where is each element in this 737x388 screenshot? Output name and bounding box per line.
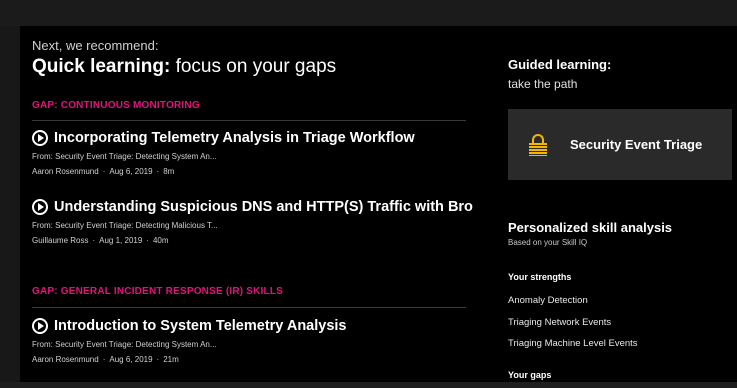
meta-separator: · <box>92 236 96 245</box>
course-title: Incorporating Telemetry Analysis in Tria… <box>54 130 415 146</box>
strength-item[interactable]: Anomaly Detection <box>508 295 588 306</box>
strength-item[interactable]: Triaging Machine Level Events <box>508 338 638 349</box>
course-date: Aug 1, 2019 <box>99 236 143 245</box>
course-date: Aug 6, 2019 <box>109 355 153 364</box>
section-divider <box>32 120 466 121</box>
strength-item[interactable]: Triaging Network Events <box>508 317 611 328</box>
meta-separator: · <box>102 355 106 364</box>
course-link[interactable]: Incorporating Telemetry Analysis in Tria… <box>32 128 482 148</box>
course-date: Aug 6, 2019 <box>109 167 153 176</box>
course-item: Understanding Suspicious DNS and HTTP(S)… <box>32 197 482 245</box>
course-item: Introduction to System Telemetry Analysi… <box>32 316 482 364</box>
skill-analysis-title: Personalized skill analysis <box>508 220 673 235</box>
course-meta: Aaron Rosenmund · Aug 6, 2019 · 21m <box>32 355 482 364</box>
course-source: From: Security Event Triage: Detecting S… <box>32 152 217 161</box>
course-duration: 40m <box>152 236 169 245</box>
play-circle-icon <box>32 318 48 334</box>
course-title: Introduction to System Telemetry Analysi… <box>54 318 347 334</box>
quick-learning-heading: Quick learning: focus on your gaps <box>32 56 336 78</box>
skill-analysis-subtitle: Based on your Skill IQ <box>508 238 588 247</box>
course-author: Aaron Rosenmund <box>32 355 99 364</box>
course-link[interactable]: Understanding Suspicious DNS and HTTP(S)… <box>32 197 482 217</box>
course-meta: Aaron Rosenmund · Aug 6, 2019 · 8m <box>32 167 482 176</box>
course-duration: 21m <box>163 355 179 364</box>
bottom-strip <box>0 382 737 388</box>
meta-separator: · <box>156 355 160 364</box>
course-meta: Guillaume Ross · Aug 1, 2019 · 40m <box>32 236 482 245</box>
path-card-security-event-triage[interactable]: Security Event Triage <box>508 109 732 180</box>
play-circle-icon <box>32 199 48 215</box>
meta-separator: · <box>102 167 106 176</box>
course-item: Incorporating Telemetry Analysis in Tria… <box>32 128 482 176</box>
course-author: Aaron Rosenmund <box>32 167 99 176</box>
headline-strong: Quick learning: <box>32 56 171 77</box>
top-bar <box>0 0 737 26</box>
gap-label-incident-response: GAP: GENERAL INCIDENT RESPONSE (IR) SKIL… <box>32 286 284 297</box>
gaps-heading: Your gaps <box>508 370 552 380</box>
guided-learning-title: Guided learning: <box>508 57 612 72</box>
path-card-label: Security Event Triage <box>570 137 703 152</box>
course-author: Guillaume Ross <box>32 236 89 245</box>
gap-label-continuous-monitoring: GAP: CONTINUOUS MONITORING <box>32 100 200 111</box>
play-circle-icon <box>32 130 48 146</box>
headline-rest: focus on your gaps <box>170 56 337 77</box>
course-title: Understanding Suspicious DNS and HTTP(S)… <box>54 199 473 215</box>
meta-separator: · <box>146 236 149 245</box>
strengths-heading: Your strengths <box>508 272 572 282</box>
course-source: From: Security Event Triage: Detecting S… <box>32 340 217 349</box>
course-link[interactable]: Introduction to System Telemetry Analysi… <box>32 316 482 336</box>
course-duration: 8m <box>163 167 175 176</box>
course-source: From: Security Event Triage: Detecting M… <box>32 221 218 230</box>
lock-body <box>529 142 547 156</box>
lock-icon <box>529 133 547 156</box>
recommendation-panel: Next, we recommend: Quick learning: focu… <box>20 26 737 382</box>
meta-separator: · <box>156 167 160 176</box>
recommend-eyebrow: Next, we recommend: <box>32 38 159 53</box>
guided-learning-subtitle: take the path <box>508 77 578 91</box>
section-divider <box>32 307 466 308</box>
